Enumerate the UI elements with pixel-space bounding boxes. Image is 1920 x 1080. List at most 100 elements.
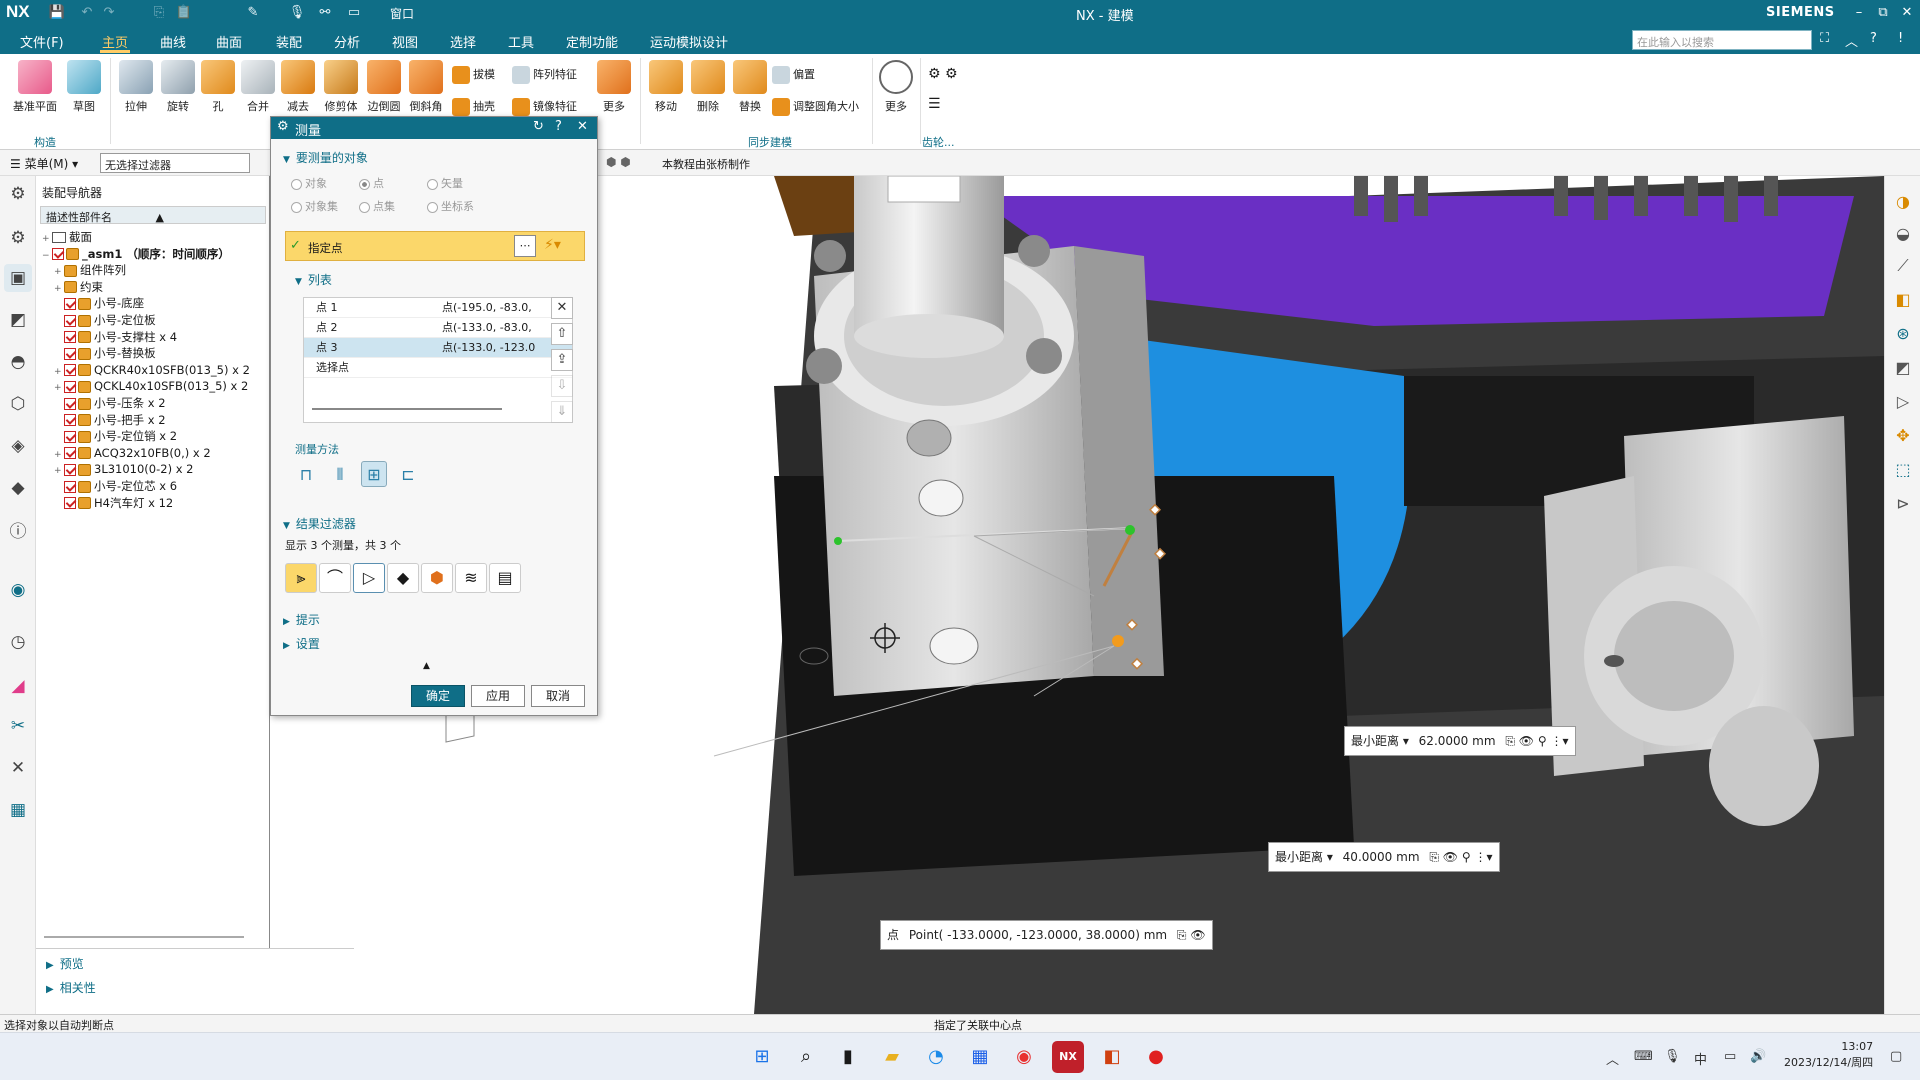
- gear-list-icon[interactable]: ☰: [928, 96, 941, 112]
- alert-icon[interactable]: !: [1898, 31, 1903, 46]
- visibility-checkbox[interactable]: [64, 331, 76, 344]
- tree-item[interactable]: 小号-压条 x 2: [54, 394, 166, 412]
- palette-icon[interactable]: ◢: [4, 672, 32, 700]
- task-view-icon[interactable]: ▮: [832, 1041, 864, 1073]
- list-section-header[interactable]: ▼ 列表: [295, 271, 332, 288]
- tab-surface[interactable]: 曲面: [216, 32, 242, 51]
- reset-icon[interactable]: ↻: [533, 119, 544, 134]
- radio-object[interactable]: 对象: [291, 175, 327, 191]
- powerpoint-icon[interactable]: ◧: [1096, 1041, 1128, 1073]
- unite-button[interactable]: 合并: [240, 60, 276, 114]
- gear-tool-icon[interactable]: ⚙ ⚙: [928, 66, 958, 82]
- close-icon[interactable]: ✕: [577, 119, 588, 134]
- horizontal-scrollbar[interactable]: [44, 936, 244, 938]
- start-icon[interactable]: ⊞: [746, 1041, 778, 1073]
- resize-blend-button[interactable]: 调整圆角大小: [772, 98, 859, 116]
- measure-tag-distance-2[interactable]: 最小距离 ▾ 40.0000 mm ⎘ 👁 ⚲ ⋮▾: [1268, 842, 1500, 872]
- tree-item[interactable]: 小号-底座: [54, 294, 144, 312]
- layer-icon[interactable]: ◧: [1889, 286, 1917, 314]
- extrude-button[interactable]: 拉伸: [116, 60, 156, 114]
- tree-item[interactable]: +3L31010(0-2) x 2: [54, 460, 194, 478]
- copy-value-icon[interactable]: ⎘: [1505, 734, 1515, 748]
- link-icon[interactable]: ⚯: [316, 4, 334, 22]
- visibility-checkbox[interactable]: [64, 297, 76, 310]
- filter-angle-icon[interactable]: ⌒: [319, 563, 351, 593]
- shaded-icon[interactable]: ◒: [1889, 220, 1917, 248]
- redo-icon[interactable]: ↷: [100, 4, 118, 22]
- visibility-checkbox[interactable]: [64, 414, 76, 427]
- ok-button[interactable]: 确定: [411, 685, 465, 707]
- hole-button[interactable]: 孔: [200, 60, 236, 114]
- collapse-arrow-icon[interactable]: ▲: [423, 661, 430, 671]
- volume-icon[interactable]: 🔊: [1750, 1049, 1766, 1064]
- view-tools-icon[interactable]: ⬢ ⬢: [606, 155, 631, 169]
- radio-csys[interactable]: 坐标系: [427, 198, 474, 214]
- history-icon[interactable]: ◷: [4, 628, 32, 656]
- tab-assembly[interactable]: 装配: [276, 32, 302, 51]
- help-icon[interactable]: ?: [1870, 31, 1877, 46]
- section-icon[interactable]: ⟋: [1889, 252, 1917, 280]
- orient-view-icon[interactable]: ◩: [1889, 354, 1917, 382]
- visibility-checkbox[interactable]: [64, 347, 76, 360]
- tree-item[interactable]: + QCKR40x10SFB(013_5) x 2: [54, 361, 250, 379]
- measure-tag-point[interactable]: 点 Point( -133.0000, -123.0000, 38.0000) …: [880, 920, 1213, 950]
- reuse-library-icon[interactable]: ⬡: [4, 390, 32, 418]
- datum-plane-button[interactable]: 基准平面: [10, 60, 60, 114]
- expand-icon[interactable]: −: [42, 247, 52, 265]
- tree-item[interactable]: + 组件阵列: [54, 261, 126, 279]
- tree-item[interactable]: 小号-定位板: [54, 311, 156, 329]
- tab-tools[interactable]: 工具: [508, 32, 534, 51]
- view-cube-icon[interactable]: ⬚: [1889, 456, 1917, 484]
- more-features-button[interactable]: 更多: [594, 60, 634, 114]
- snap-view-icon[interactable]: ⊛: [1889, 320, 1917, 348]
- tab-analysis[interactable]: 分析: [334, 32, 360, 51]
- list-item-selected[interactable]: 点 3 点(-133.0, -123.0: [304, 338, 572, 358]
- tree-item[interactable]: − _asm1 （顺序：时间顺序）: [42, 245, 230, 263]
- visibility-icon[interactable]: 👁: [1443, 850, 1458, 864]
- visibility-checkbox[interactable]: [52, 248, 64, 261]
- network-icon[interactable]: ▭: [1724, 1049, 1736, 1064]
- filter-area-icon[interactable]: ◆: [387, 563, 419, 593]
- recorder-icon[interactable]: ●: [1140, 1041, 1172, 1073]
- menu-file[interactable]: 文件(F): [20, 32, 64, 51]
- system-materials-icon[interactable]: ▦: [4, 796, 32, 824]
- tree-item[interactable]: 小号-支撑柱 x 4: [54, 328, 177, 346]
- visibility-checkbox[interactable]: [64, 380, 76, 393]
- tab-select[interactable]: 选择: [450, 32, 476, 51]
- next-icon[interactable]: ⊳: [1889, 490, 1917, 518]
- revolve-button[interactable]: 旋转: [158, 60, 198, 114]
- globe-icon[interactable]: ◉: [4, 576, 32, 604]
- play-icon[interactable]: ▷: [1889, 388, 1917, 416]
- visibility-checkbox[interactable]: [64, 397, 76, 410]
- filter-point-icon[interactable]: ▷: [353, 563, 385, 593]
- preview-panel[interactable]: ▶ 预览: [46, 955, 84, 972]
- web-browser-icon[interactable]: ◆: [4, 474, 32, 502]
- list-item[interactable]: 点 1 点(-195.0, -83.0,: [304, 298, 572, 318]
- column-header[interactable]: 描述性部件名 ▲: [40, 206, 266, 224]
- sketch-icon[interactable]: ✎: [244, 4, 262, 22]
- mic-icon[interactable]: 🎙: [288, 4, 306, 22]
- restore-button[interactable]: ⧉: [1872, 3, 1894, 23]
- method-distance-icon[interactable]: ⊓: [293, 461, 319, 487]
- process-studio-icon[interactable]: ✂: [4, 712, 32, 740]
- tab-curve[interactable]: 曲线: [160, 32, 186, 51]
- section-objects-header[interactable]: ▼ 要测量的对象: [283, 149, 368, 166]
- move-up-button[interactable]: ⇧: [551, 323, 573, 345]
- filter-distance-icon[interactable]: ⫸: [285, 563, 317, 593]
- replace-face-button[interactable]: 替换: [730, 60, 770, 114]
- radio-point[interactable]: 点: [359, 175, 384, 191]
- tree-item[interactable]: 小号-定位销 x 2: [54, 427, 177, 445]
- tools-icon[interactable]: ✕: [4, 754, 32, 782]
- remove-item-button[interactable]: ✕: [551, 297, 573, 319]
- filter-volume-icon[interactable]: ⬢: [421, 563, 453, 593]
- search-icon[interactable]: ⌕: [1795, 31, 1802, 46]
- move-top-button[interactable]: ⇪: [551, 349, 573, 371]
- visibility-icon[interactable]: 👁: [1519, 734, 1534, 748]
- fullscreen-icon[interactable]: ⛶: [1820, 31, 1829, 46]
- ime-indicator[interactable]: 中: [1694, 1049, 1707, 1068]
- window-icon[interactable]: ▭: [345, 4, 363, 22]
- visibility-checkbox[interactable]: [64, 463, 76, 476]
- file-explorer-icon[interactable]: ▰: [876, 1041, 908, 1073]
- type-filter-select[interactable]: 无选择过滤器: [100, 153, 250, 173]
- render-style-icon[interactable]: ◑: [1889, 188, 1917, 216]
